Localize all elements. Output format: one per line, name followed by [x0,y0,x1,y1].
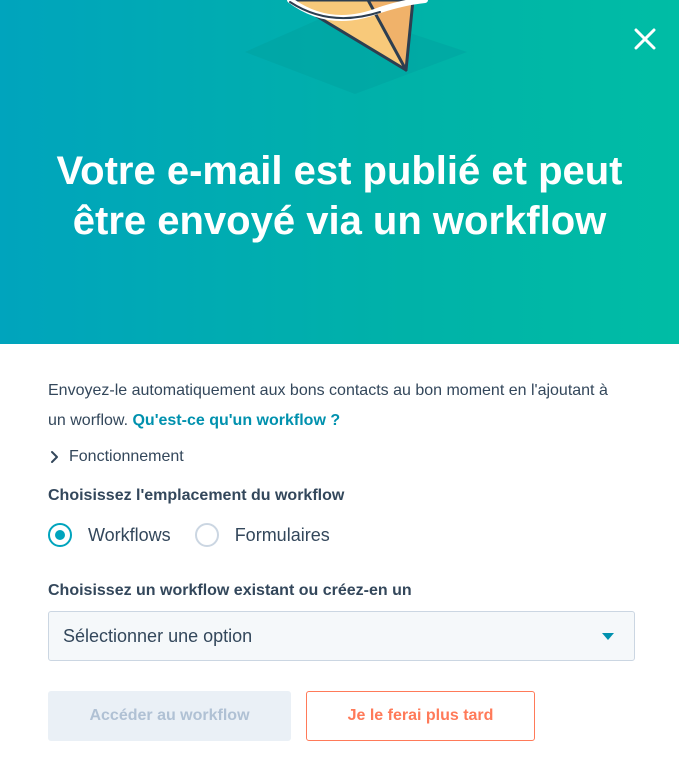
radio-checked-icon [48,523,72,547]
how-it-works-label: Fonctionnement [69,448,184,465]
description: Envoyez-le automatiquement aux bons cont… [48,376,628,436]
radio-formulaires-label: Formulaires [234,524,330,545]
radio-formulaires[interactable]: Formulaires [194,523,330,547]
close-icon[interactable] [630,24,660,54]
location-radio-group: Workflows Formulaires [48,522,631,548]
radio-unchecked-icon [194,523,219,547]
go-to-workflow-button[interactable]: Accéder au workflow [48,691,291,741]
radio-workflows[interactable]: Workflows [48,523,171,547]
modal-body: Envoyez-le automatiquement aux bons cont… [0,344,679,741]
modal-header: Votre e-mail est publié et peut être env… [0,0,679,344]
modal-title: Votre e-mail est publié et peut être env… [56,149,623,243]
caret-down-icon [602,632,614,640]
location-label: Choisissez l'emplacement du workflow [48,487,345,504]
action-buttons: Accéder au workflow Je le ferai plus tar… [48,691,631,741]
what-is-workflow-link[interactable]: Qu'est-ce qu'un workflow ? [132,412,340,429]
workflow-select-value: Sélectionner une option [63,625,253,646]
radio-workflows-label: Workflows [88,524,171,545]
do-it-later-button[interactable]: Je le ferai plus tard [306,691,535,741]
workflow-select-label: Choisissez un workflow existant ou créez… [48,582,412,599]
chevron-right-icon [51,451,58,463]
how-it-works-toggle[interactable]: Fonctionnement [48,445,631,469]
envelope-illustration-icon [245,0,467,94]
workflow-select[interactable]: Sélectionner une option [48,611,635,661]
